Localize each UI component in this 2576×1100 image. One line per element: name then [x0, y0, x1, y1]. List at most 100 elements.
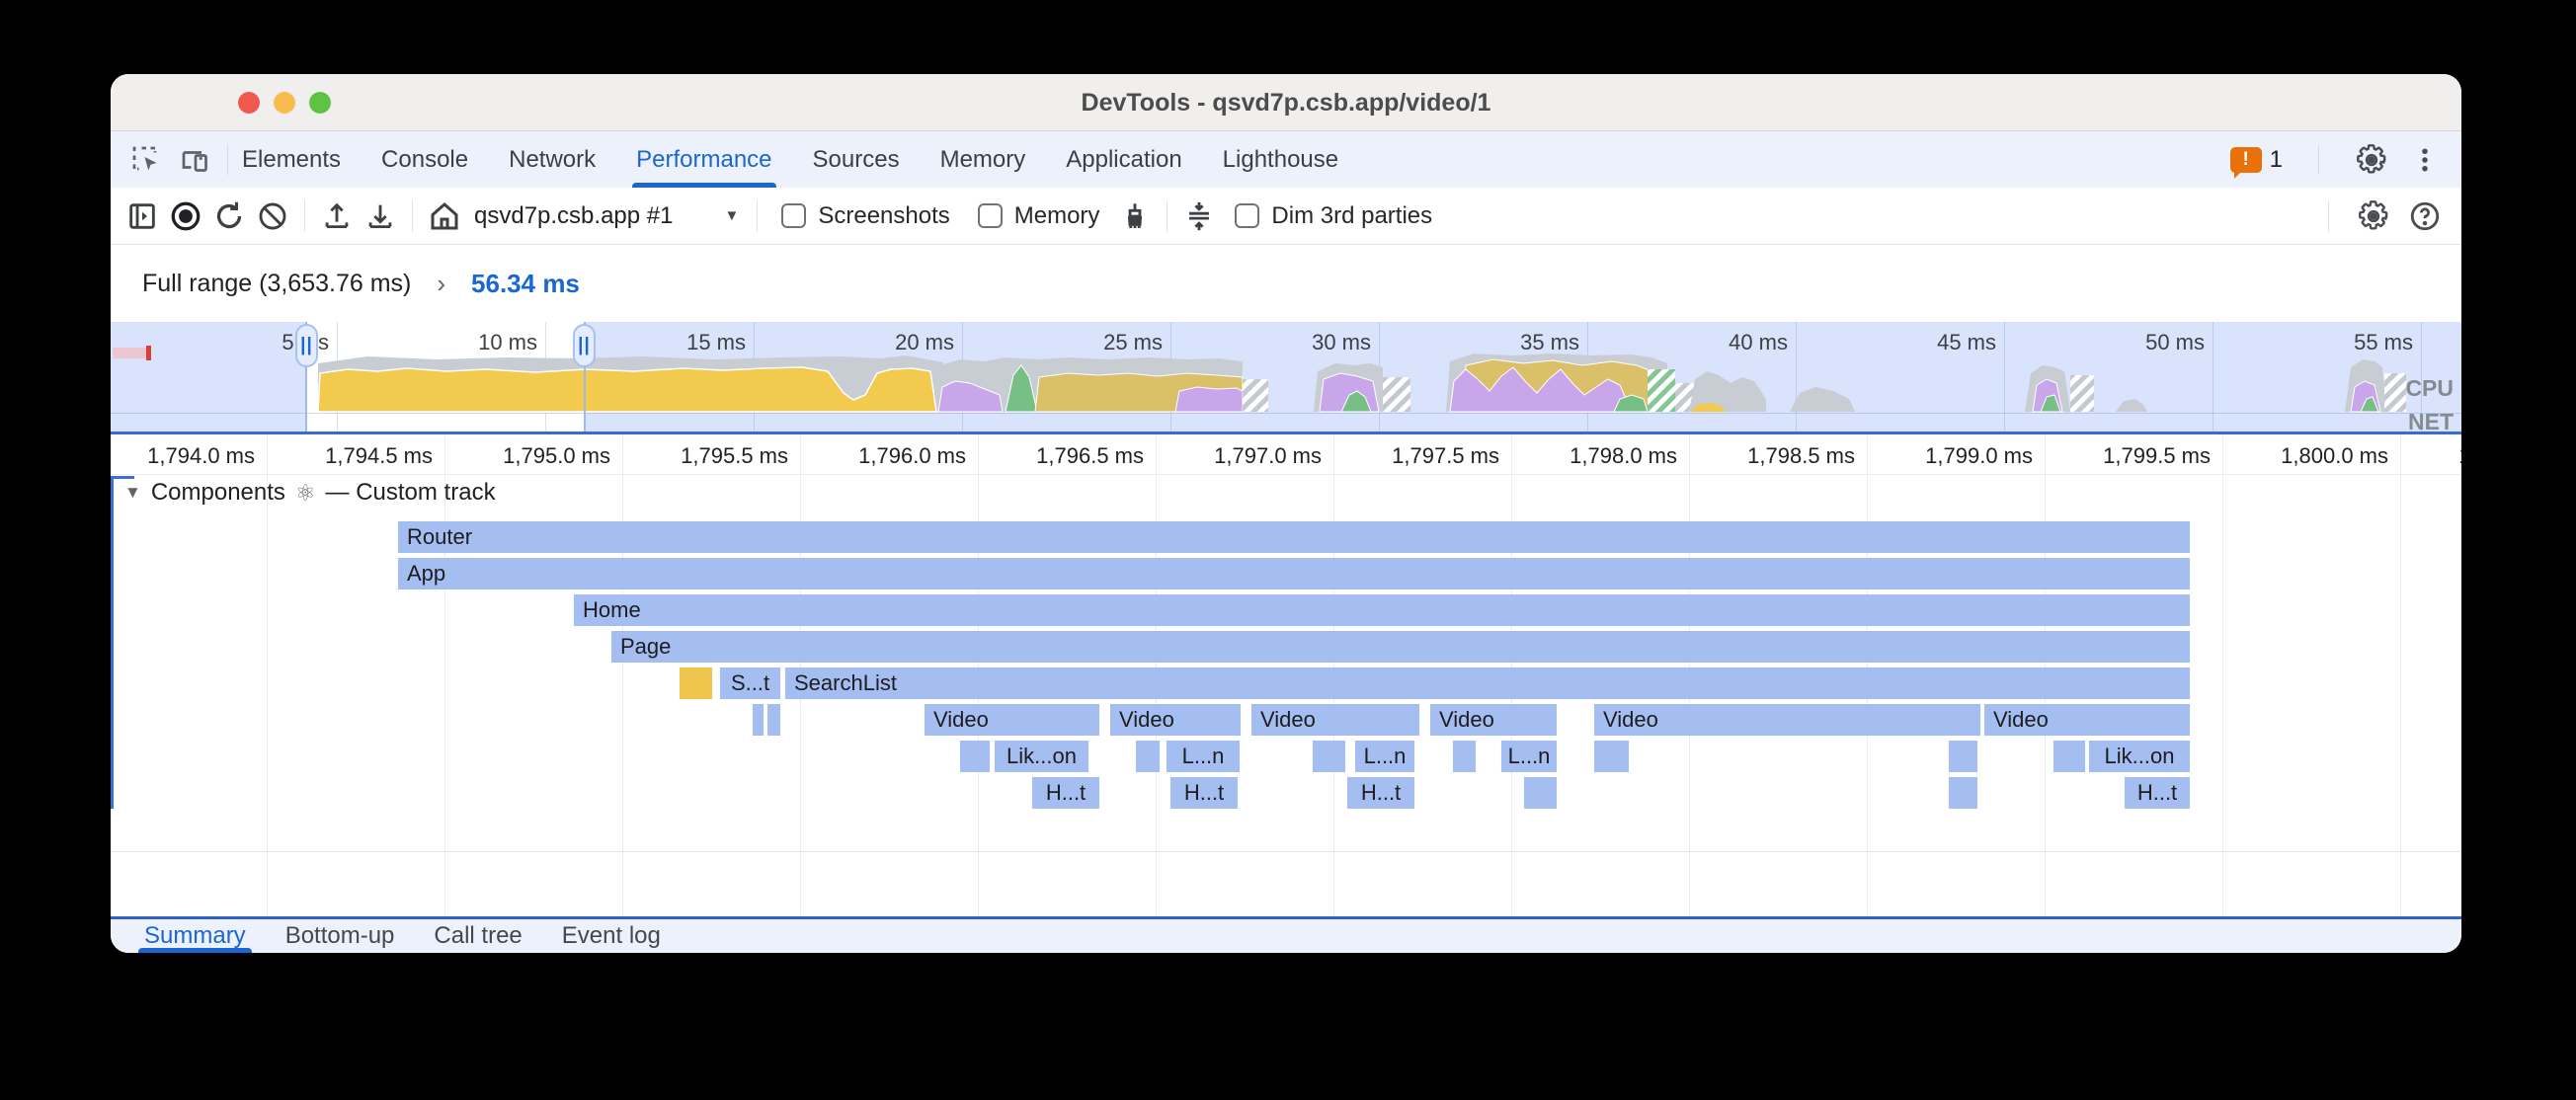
react-atom-icon: ⚛ [295, 480, 316, 507]
device-toolbar-icon[interactable] [178, 142, 213, 178]
bottom-tab-summary[interactable]: Summary [144, 919, 246, 953]
ruler-divider [111, 474, 2461, 475]
flame-bar-router[interactable]: Router [397, 521, 2191, 553]
tab-network[interactable]: Network [509, 131, 596, 188]
record-button[interactable] [164, 195, 207, 238]
flame-bar[interactable] [752, 704, 765, 736]
flame-bar[interactable] [766, 704, 781, 736]
flame-bar-video[interactable]: Video [1593, 704, 1981, 736]
track-name: Components [151, 479, 285, 507]
breadcrumb-full-range[interactable]: Full range (3,653.76 ms) [142, 270, 411, 298]
clear-icon[interactable] [251, 195, 294, 238]
checkbox-icon [1235, 203, 1259, 228]
flame-bar-searchlist[interactable]: SearchList [784, 668, 2191, 699]
collapse-sections-icon[interactable] [1177, 195, 1221, 238]
inspect-element-icon[interactable] [128, 142, 164, 178]
flame-bar[interactable] [959, 741, 991, 772]
flame-bar-home[interactable]: Home [573, 594, 2191, 626]
checkbox-icon [978, 203, 1003, 228]
flame-bar-video[interactable]: Video [1250, 704, 1420, 736]
tab-memory[interactable]: Memory [940, 131, 1026, 188]
flame-bar-video[interactable]: Video [1983, 704, 2191, 736]
flame-chart-area[interactable]: 1,794.0 ms1,794.5 ms1,795.0 ms1,795.5 ms… [111, 434, 2461, 916]
flame-bar[interactable] [1948, 777, 1978, 809]
ruler-time-label: 1,797.5 ms [1331, 443, 1499, 469]
divider [2318, 145, 2319, 175]
cpu-lane-label: CPU [2405, 375, 2454, 402]
flame-bar-h-t[interactable]: H...t [1031, 777, 1100, 809]
tab-console[interactable]: Console [381, 131, 468, 188]
panel-settings-gear-icon[interactable] [2357, 199, 2390, 233]
flame-bar[interactable] [1523, 777, 1558, 809]
flame-bar-l-n[interactable]: L...n [1500, 741, 1558, 772]
collapse-triangle-icon[interactable]: ▼ [124, 483, 141, 503]
help-icon[interactable] [2408, 199, 2442, 233]
left-resize-handle-icon[interactable]: || [295, 324, 318, 367]
devtools-window: DevTools - qsvd7p.csb.app/video/1 Elemen… [111, 74, 2461, 953]
flame-bar-h-t[interactable]: H...t [1169, 777, 1239, 809]
net-lane-label: NET [2408, 409, 2454, 432]
issues-counter[interactable]: ! 1 [2230, 146, 2283, 174]
toggle-sidebar-icon[interactable] [121, 195, 164, 238]
flame-bar-video[interactable]: Video [1109, 704, 1242, 736]
target-select[interactable]: qsvd7p.csb.app #1 ▼ [474, 202, 739, 230]
home-icon[interactable] [423, 195, 466, 238]
tab-application[interactable]: Application [1066, 131, 1181, 188]
window-title: DevTools - qsvd7p.csb.app/video/1 [111, 74, 2461, 131]
dim-3rd-parties-checkbox[interactable]: Dim 3rd parties [1235, 202, 1432, 230]
more-options-icon[interactable] [2410, 143, 2440, 177]
ruler-time-label: 1,798.5 ms [1687, 443, 1855, 469]
flame-bar[interactable] [679, 668, 713, 699]
download-profile-icon[interactable] [359, 195, 402, 238]
target-select-value: qsvd7p.csb.app #1 [474, 202, 673, 230]
flame-bar-lik-on[interactable]: Lik...on [2088, 741, 2191, 772]
ruler-time-label: 1,798.0 ms [1509, 443, 1677, 469]
flame-bar-h-t[interactable]: H...t [2124, 777, 2191, 809]
flame-bar-app[interactable]: App [397, 558, 2191, 589]
ruler-time-label: 1,796.5 ms [976, 443, 1144, 469]
bottom-tab-bottom-up[interactable]: Bottom-up [285, 919, 395, 953]
flame-bar[interactable] [1135, 741, 1161, 772]
flame-bar[interactable] [1312, 741, 1346, 772]
screenshots-checkbox[interactable]: Screenshots [781, 202, 949, 230]
right-resize-handle-icon[interactable]: || [573, 324, 596, 367]
bottom-tab-call-tree[interactable]: Call tree [434, 919, 522, 953]
devtools-tab-bar: Elements Console Network Performance Sources… [111, 131, 2461, 188]
flame-bar-l-n[interactable]: L...n [1354, 741, 1415, 772]
flame-bar-video[interactable]: Video [924, 704, 1100, 736]
flame-bar-video[interactable]: Video [1429, 704, 1558, 736]
flame-bar[interactable] [1593, 741, 1630, 772]
net-lane-divider [111, 413, 2461, 414]
settings-gear-icon[interactable] [2355, 143, 2388, 177]
upload-profile-icon[interactable] [315, 195, 359, 238]
chevron-down-icon: ▼ [724, 207, 739, 224]
checkbox-icon [781, 203, 806, 228]
issue-icon: ! [2230, 147, 2262, 173]
divider [227, 145, 228, 175]
flame-bar[interactable] [1452, 741, 1477, 772]
memory-checkbox[interactable]: Memory [978, 202, 1100, 230]
timeline-overview[interactable]: 5 ms10 ms15 ms20 ms25 ms30 ms35 ms40 ms4… [111, 322, 2461, 432]
tab-elements[interactable]: Elements [242, 131, 341, 188]
garbage-collect-icon[interactable] [1113, 195, 1157, 238]
flame-bar[interactable] [2053, 741, 2086, 772]
track-suffix: — Custom track [326, 479, 496, 507]
ruler-time-label: 1,796.0 ms [798, 443, 966, 469]
tab-lighthouse[interactable]: Lighthouse [1223, 131, 1338, 188]
flame-bar-page[interactable]: Page [610, 631, 2191, 663]
title-bar[interactable]: DevTools - qsvd7p.csb.app/video/1 [111, 74, 2461, 131]
flame-bar[interactable] [1948, 741, 1978, 772]
ruler-time-label: 1,799.5 ms [2043, 443, 2211, 469]
record-and-reload-icon[interactable] [207, 195, 251, 238]
flame-bar-s-t[interactable]: S...t [719, 668, 781, 699]
flame-bar-lik-on[interactable]: Lik...on [994, 741, 1089, 772]
bottom-tab-event-log[interactable]: Event log [562, 919, 661, 953]
flame-bar-l-n[interactable]: L...n [1166, 741, 1241, 772]
custom-track-header[interactable]: ▼ Components ⚛ — Custom track [124, 476, 496, 510]
flame-bar-h-t[interactable]: H...t [1346, 777, 1415, 809]
performance-toolbar: qsvd7p.csb.app #1 ▼ Screenshots Memory [111, 188, 2461, 245]
screenshots-label: Screenshots [818, 202, 949, 230]
tab-performance[interactable]: Performance [636, 131, 771, 188]
breadcrumb-selected-range[interactable]: 56.34 ms [471, 269, 580, 299]
tab-sources[interactable]: Sources [813, 131, 900, 188]
